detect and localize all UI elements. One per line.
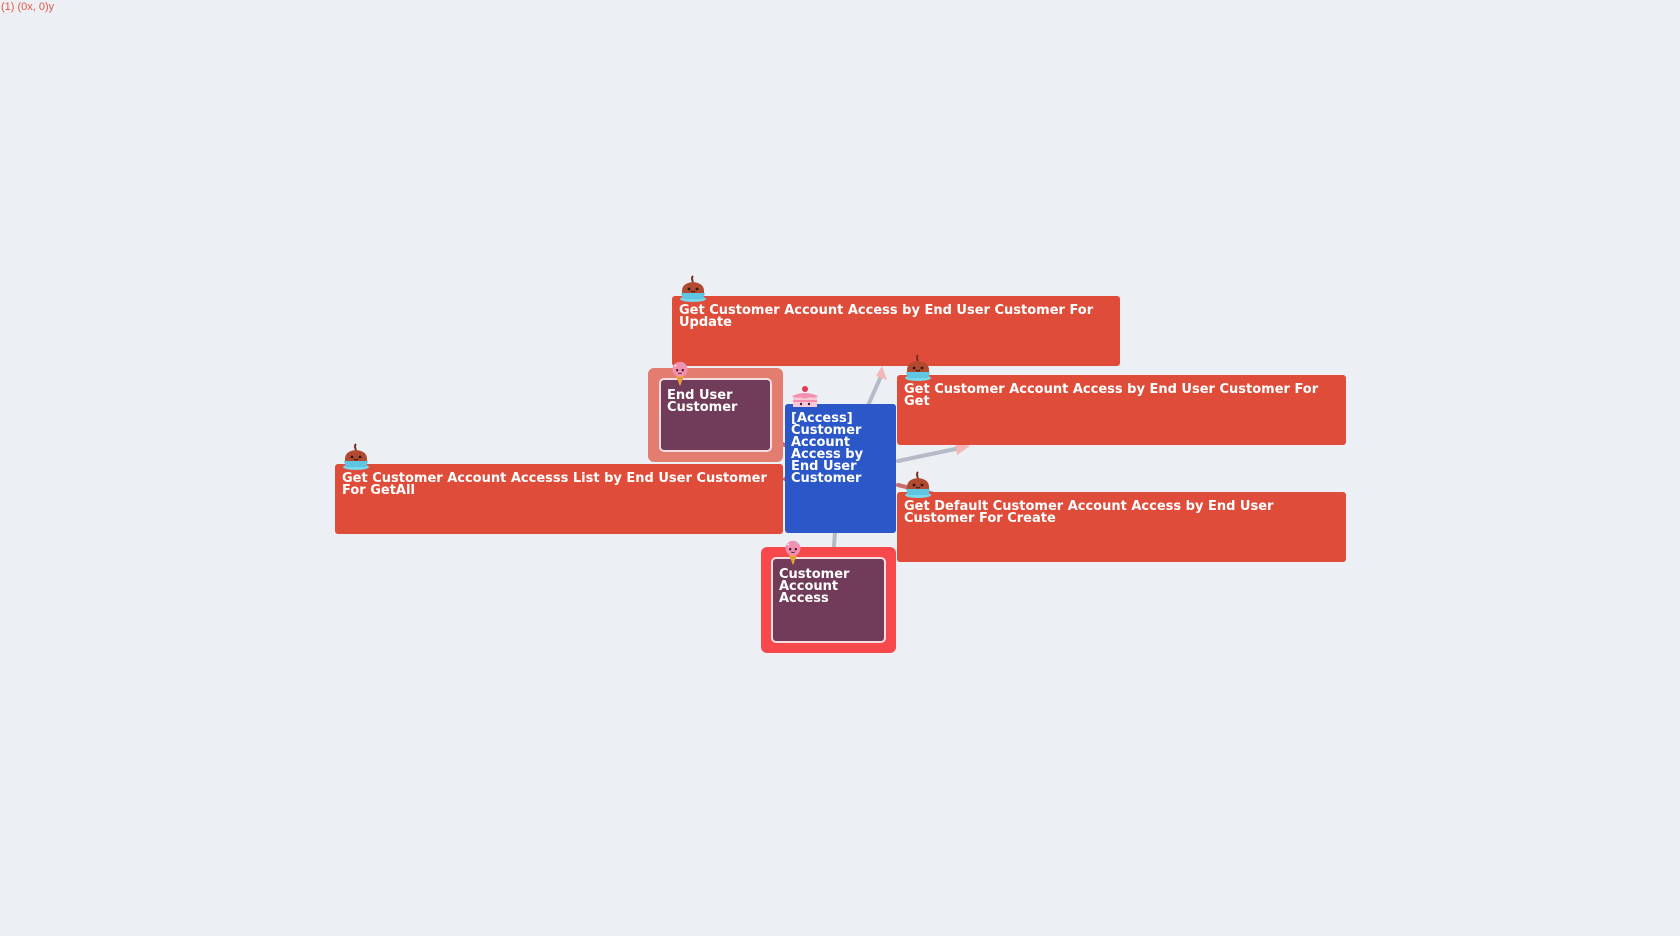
cupcake-chocolate-icon: [680, 275, 706, 302]
entity-node-customer-account-access-body: Customer Account Access: [771, 557, 886, 643]
center-node-access[interactable]: [Access] Customer Account Access by End …: [785, 404, 896, 533]
query-node-create-label: Get Default Customer Account Access by E…: [904, 499, 1274, 526]
query-node-get-all[interactable]: Get Customer Account Accesss List by End…: [335, 464, 783, 534]
query-node-update-label: Get Customer Account Access by End User …: [679, 303, 1094, 330]
cupcake-chocolate-icon: [343, 443, 369, 470]
query-node-get[interactable]: Get Customer Account Access by End User …: [897, 375, 1346, 445]
strawberry-cake-icon: [792, 386, 818, 407]
query-node-get-label: Get Customer Account Access by End User …: [904, 382, 1319, 409]
query-node-update[interactable]: Get Customer Account Access by End User …: [672, 296, 1120, 366]
ice-cream-icon: [785, 540, 801, 566]
entity-node-end-user-customer-label: End User Customer: [667, 388, 738, 415]
center-node-access-label: [Access] Customer Account Access by End …: [791, 411, 864, 486]
ice-cream-icon: [672, 361, 688, 387]
edge-center-to-get: [896, 446, 962, 463]
query-node-create[interactable]: Get Default Customer Account Access by E…: [897, 492, 1346, 562]
entity-node-end-user-customer-body: End User Customer: [659, 378, 772, 452]
query-node-get-all-label: Get Customer Account Accesss List by End…: [342, 471, 767, 498]
arrow-update: [876, 366, 887, 380]
coordinate-readout: (1) (0x, 0)y: [1, 1, 55, 13]
diagram-canvas[interactable]: (1) (0x, 0)y Get Customer Account Access…: [0, 0, 1680, 936]
cupcake-chocolate-icon: [905, 354, 931, 381]
cupcake-chocolate-icon: [905, 471, 931, 498]
entity-node-customer-account-access-label: Customer Account Access: [779, 567, 850, 606]
